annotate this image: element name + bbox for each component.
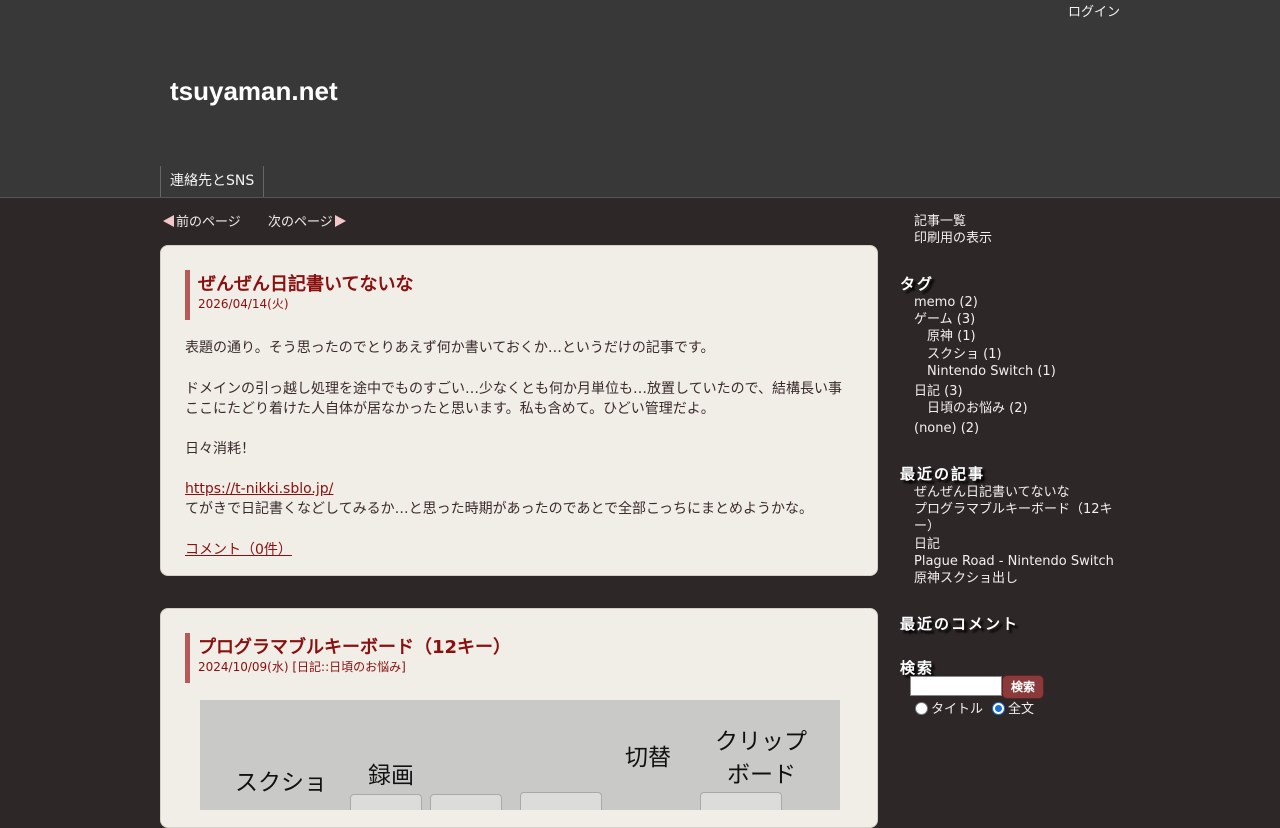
photo-label: 録画 (368, 763, 414, 789)
article-card: プログラマブルキーボード（12キー） 2024/10/09(水) [日記::日頃… (160, 608, 878, 828)
article-header: ぜんぜん日記書いてないな 2026/04/14(火) (185, 270, 855, 320)
photo-label: スクショ (235, 770, 327, 796)
photo-label: 切替 (625, 745, 671, 771)
search-heading: 検索 (900, 659, 935, 677)
tag-link[interactable]: Nintendo Switch (1) (927, 363, 1056, 380)
prev-page-link[interactable]: 前のページ (160, 211, 241, 230)
article-paragraph: 表題の通り。そう思ったのでとりあえず何か書いておくか…というだけの記事です。 (185, 340, 715, 356)
radio-fulltext[interactable] (992, 702, 1005, 715)
article-card: ぜんぜん日記書いてないな 2026/04/14(火) 表題の通り。そう思ったので… (160, 245, 878, 576)
login-link[interactable]: ログイン (1068, 1, 1120, 20)
keyboard-photo: スクショ 録画 切替 クリップ ボード (200, 700, 840, 810)
recent-post-link[interactable]: プログラマブルキーボード（12キ (914, 501, 1113, 518)
comments-link[interactable]: コメント（0件） (185, 542, 292, 558)
arrow-right-icon (334, 214, 346, 227)
tag-link[interactable]: スクショ (1) (927, 346, 1002, 363)
photo-label: クリップ (715, 729, 807, 755)
article-title[interactable]: プログラマブルキーボード（12キー） (198, 637, 855, 659)
article-paragraph: 日々消耗！ (185, 441, 255, 457)
recent-post-link[interactable]: 原神スクショ出し (914, 570, 1018, 587)
tags-heading: タグ (900, 275, 935, 293)
tag-link[interactable]: memo (2) (914, 294, 978, 311)
search-input[interactable] (910, 676, 1002, 696)
article-list-link[interactable]: 記事一覧 (914, 213, 966, 230)
radio-title-label: タイトル (931, 702, 984, 717)
article-paragraph: ここにたどり着けた人自体が居なかったと思います。私も含めて。ひどい管理だよ。 (185, 401, 715, 417)
recent-posts-heading: 最近の記事 (900, 465, 986, 483)
site-header: ログイン tsuyaman.net 連絡先とSNS (0, 0, 1280, 198)
article-date: 2026/04/14(火) (198, 297, 289, 311)
photo-label: ボード (727, 762, 796, 788)
external-link[interactable]: https://t-nikki.sblo.jp/ (185, 481, 333, 497)
tag-link[interactable]: ゲーム (3) (914, 311, 975, 328)
site-title[interactable]: tsuyaman.net (170, 76, 338, 107)
next-page-label: 次のページ (268, 215, 333, 230)
recent-post-link[interactable]: Plague Road - Nintendo Switch (914, 553, 1114, 570)
tag-link[interactable]: 日記 (3) (914, 383, 963, 400)
nav-tab-contact[interactable]: 連絡先とSNS (160, 166, 265, 197)
article-paragraph: ドメインの引っ越し処理を途中でものすごい…少なくとも何か月単位も…放置していたの… (185, 381, 843, 397)
article-title[interactable]: ぜんぜん日記書いてないな (198, 274, 855, 296)
recent-post-link[interactable]: ぜんぜん日記書いてないな (914, 484, 1070, 501)
radio-title[interactable] (915, 702, 928, 715)
tag-link[interactable]: 原神 (1) (927, 328, 976, 345)
article-date: 2024/10/09(水) [日記::日頃のお悩み] (198, 660, 406, 674)
recent-post-link[interactable]: 日記 (914, 536, 940, 553)
search-button[interactable]: 検索 (1002, 675, 1044, 699)
radio-fulltext-label: 全文 (1008, 702, 1035, 717)
print-view-link[interactable]: 印刷用の表示 (914, 230, 992, 247)
arrow-left-icon (163, 214, 174, 227)
next-page-link[interactable]: 次のページ (268, 211, 346, 230)
recent-post-link[interactable]: ー） (914, 518, 940, 535)
recent-comments-heading: 最近のコメント (900, 615, 1020, 633)
article-paragraph: てがきで日記書くなどしてみるか…と思った時期があったのであとで全部こっちにまとめ… (185, 501, 814, 517)
article-header: プログラマブルキーボード（12キー） 2024/10/09(水) [日記::日頃… (185, 633, 855, 683)
tag-link[interactable]: 日頃のお悩み (2) (927, 400, 1028, 417)
prev-page-label: 前のページ (176, 215, 241, 230)
tag-link[interactable]: (none) (2) (914, 420, 979, 437)
